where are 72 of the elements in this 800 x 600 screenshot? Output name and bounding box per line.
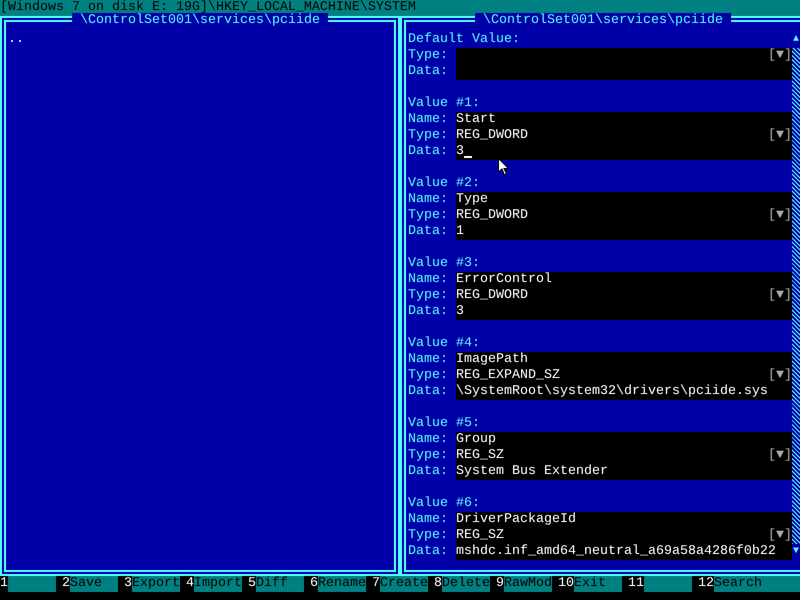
value-heading: Default Value: xyxy=(408,32,520,48)
field-label: Name: xyxy=(408,112,449,128)
dropdown-button[interactable]: [▼] xyxy=(768,288,792,304)
field-label: Type: xyxy=(408,288,449,304)
value-field[interactable]: System Bus Extender xyxy=(456,464,792,480)
panel-title: \ControlSet001\services\pciide xyxy=(475,13,731,29)
function-key-button[interactable]: 4Import xyxy=(186,576,242,592)
value-field[interactable]: REG_DWORD [▼] xyxy=(456,128,792,144)
function-key-button[interactable]: 1 xyxy=(0,576,56,592)
value-heading: Value #3: xyxy=(408,256,480,272)
field-label: Data: xyxy=(408,224,449,240)
field-label: Type: xyxy=(408,48,449,64)
value-field[interactable]: 3 xyxy=(456,304,792,320)
field-label: Type: xyxy=(408,208,449,224)
dropdown-button[interactable]: [▼] xyxy=(768,128,792,144)
value-field[interactable]: 1 xyxy=(456,224,792,240)
function-key-button[interactable]: 10Exit xyxy=(558,576,622,592)
field-label: Type: xyxy=(408,528,449,544)
field-label: Name: xyxy=(408,352,449,368)
function-key-button[interactable]: 7Create xyxy=(372,576,428,592)
dropdown-button[interactable]: [▼] xyxy=(768,368,792,384)
value-field[interactable]: REG_DWORD [▼] xyxy=(456,208,792,224)
key-list-item[interactable]: .. xyxy=(8,32,24,48)
panel-title: \ControlSet001\services\pciide xyxy=(72,13,328,29)
value-field[interactable]: mshdc.inf_amd64_neutral_a69a58a4286f0b22 xyxy=(456,544,792,560)
value-field[interactable]: REG_DWORD [▼] xyxy=(456,288,792,304)
field-label: Data: xyxy=(408,464,449,480)
dropdown-button[interactable]: [▼] xyxy=(768,528,792,544)
field-label: Type: xyxy=(408,368,449,384)
field-label: Name: xyxy=(408,272,449,288)
function-key-button[interactable]: 5Diff xyxy=(248,576,304,592)
scroll-up-button[interactable]: ▲ xyxy=(792,32,800,48)
dropdown-button[interactable]: [▼] xyxy=(768,48,792,64)
function-key-button[interactable]: 2Save xyxy=(62,576,118,592)
field-label: Data: xyxy=(408,64,449,80)
scroll-down-button[interactable]: ▼ xyxy=(792,544,800,560)
value-heading: Value #6: xyxy=(408,496,480,512)
dropdown-button[interactable]: [▼] xyxy=(768,448,792,464)
field-label: Name: xyxy=(408,512,449,528)
value-heading: Value #4: xyxy=(408,336,480,352)
function-key-button[interactable]: 3Export xyxy=(124,576,180,592)
value-field[interactable]: Group xyxy=(456,432,792,448)
field-label: Data: xyxy=(408,544,449,560)
value-heading: Value #5: xyxy=(408,416,480,432)
value-field[interactable]: REG_SZ [▼] xyxy=(456,448,792,464)
field-label: Type: xyxy=(408,448,449,464)
value-field[interactable] xyxy=(456,64,792,80)
field-label: Name: xyxy=(408,192,449,208)
field-label: Data: xyxy=(408,304,449,320)
value-field[interactable]: DriverPackageId xyxy=(456,512,792,528)
field-label: Type: xyxy=(408,128,449,144)
function-key-button[interactable]: 12Search xyxy=(698,576,800,592)
value-field[interactable]: ErrorControl xyxy=(456,272,792,288)
value-field[interactable]: 3 xyxy=(456,144,792,160)
function-key-button[interactable]: 8Delete xyxy=(434,576,490,592)
function-key-button[interactable]: 9RawMod xyxy=(496,576,552,592)
value-field[interactable]: REG_SZ [▼] xyxy=(456,528,792,544)
field-label: Name: xyxy=(408,432,449,448)
field-label: Data: xyxy=(408,144,449,160)
value-field[interactable]: \SystemRoot\system32\drivers\pciide.sys xyxy=(456,384,792,400)
value-heading: Value #2: xyxy=(408,176,480,192)
value-field[interactable]: Start xyxy=(456,112,792,128)
function-key-button[interactable]: 11 xyxy=(628,576,692,592)
value-field[interactable]: ImagePath xyxy=(456,352,792,368)
function-key-button[interactable]: 6Rename xyxy=(310,576,366,592)
field-label: Data: xyxy=(408,384,449,400)
mouse-pointer-icon xyxy=(498,158,509,176)
value-heading: Value #1: xyxy=(408,96,480,112)
value-field[interactable]: REG_EXPAND_SZ [▼] xyxy=(456,368,792,384)
value-field[interactable]: [▼] xyxy=(456,48,792,64)
value-field[interactable]: Type xyxy=(456,192,792,208)
dropdown-button[interactable]: [▼] xyxy=(768,208,792,224)
